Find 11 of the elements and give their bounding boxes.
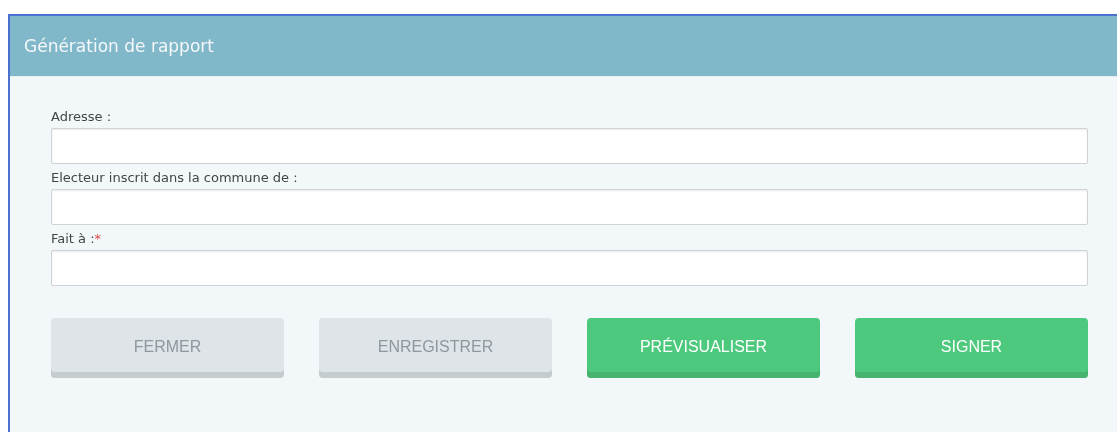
dialog-title: Génération de rapport <box>24 36 214 56</box>
secondary-button[interactable]: FERMER <box>51 318 284 378</box>
secondary-button[interactable]: ENREGISTRER <box>319 318 552 378</box>
field-label: Electeur inscrit dans la commune de : <box>51 170 298 185</box>
primary-button[interactable]: PRÉVISUALISER <box>587 318 820 378</box>
input-field[interactable] <box>51 250 1088 286</box>
input-field[interactable] <box>51 189 1088 225</box>
field-label: Adresse : <box>51 109 112 124</box>
field-label: Fait à :* <box>51 231 102 246</box>
primary-button[interactable]: SIGNER <box>855 318 1088 378</box>
input-field[interactable] <box>51 128 1088 164</box>
